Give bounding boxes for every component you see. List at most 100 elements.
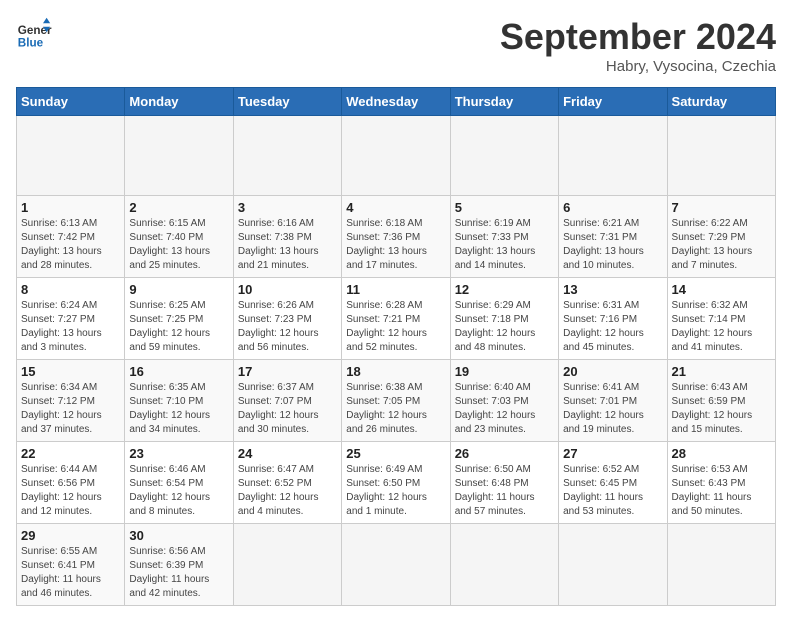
calendar-cell: 16 Sunrise: 6:35 AM Sunset: 7:10 PM Dayli… xyxy=(125,360,233,442)
calendar-header-tuesday: Tuesday xyxy=(233,88,341,116)
calendar-week-3: 8Sunrise: 6:24 AM Sunset: 7:27 PM Daylig… xyxy=(17,278,776,360)
day-number: 2 xyxy=(129,200,228,215)
calendar-cell: 4Sunrise: 6:18 AM Sunset: 7:36 PM Daylig… xyxy=(342,196,450,278)
day-info: Sunrise: 6:13 AM Sunset: 7:42 PM Dayligh… xyxy=(21,217,120,273)
day-number: 21 xyxy=(672,364,771,379)
calendar-cell: 19 Sunrise: 6:40 AM Sunset: 7:03 PM Dayli… xyxy=(450,360,558,442)
day-info: Sunrise: 6:47 AM Sunset: 6:52 PM Dayligh… xyxy=(238,463,337,519)
calendar-cell: 13 Sunrise: 6:31 AM Sunset: 7:16 PM Dayli… xyxy=(559,278,667,360)
day-info: Sunrise: 6:38 AM Sunset: 7:05 PM Dayligh… xyxy=(346,381,445,437)
day-number: 7 xyxy=(672,200,771,215)
calendar-cell: 7Sunrise: 6:22 AM Sunset: 7:29 PM Daylig… xyxy=(667,196,775,278)
calendar-cell: 18 Sunrise: 6:38 AM Sunset: 7:05 PM Dayli… xyxy=(342,360,450,442)
month-title: September 2024 xyxy=(500,16,776,58)
calendar-cell: 12 Sunrise: 6:29 AM Sunset: 7:18 PM Dayli… xyxy=(450,278,558,360)
day-info: Sunrise: 6:15 AM Sunset: 7:40 PM Dayligh… xyxy=(129,217,228,273)
calendar-cell xyxy=(17,116,125,196)
calendar-header-row: SundayMondayTuesdayWednesdayThursdayFrid… xyxy=(17,88,776,116)
calendar-cell xyxy=(342,524,450,606)
title-area: September 2024 Habry, Vysocina, Czechia xyxy=(500,16,776,75)
day-number: 25 xyxy=(346,446,445,461)
day-info: Sunrise: 6:34 AM Sunset: 7:12 PM Dayligh… xyxy=(21,381,120,437)
day-info: Sunrise: 6:29 AM Sunset: 7:18 PM Dayligh… xyxy=(455,299,554,355)
day-number: 26 xyxy=(455,446,554,461)
day-number: 24 xyxy=(238,446,337,461)
day-info: Sunrise: 6:21 AM Sunset: 7:31 PM Dayligh… xyxy=(563,217,662,273)
calendar-cell xyxy=(559,524,667,606)
calendar-cell: 9 Sunrise: 6:25 AM Sunset: 7:25 PM Daylig… xyxy=(125,278,233,360)
calendar-cell: 26 Sunrise: 6:50 AM Sunset: 6:48 PM Dayli… xyxy=(450,442,558,524)
day-number: 29 xyxy=(21,528,120,543)
calendar-cell: 2 Sunrise: 6:15 AM Sunset: 7:40 PM Daylig… xyxy=(125,196,233,278)
day-number: 18 xyxy=(346,364,445,379)
svg-text:Blue: Blue xyxy=(18,37,44,50)
day-number: 19 xyxy=(455,364,554,379)
day-info: Sunrise: 6:52 AM Sunset: 6:45 PM Dayligh… xyxy=(563,463,662,519)
day-number: 15 xyxy=(21,364,120,379)
calendar-header-thursday: Thursday xyxy=(450,88,558,116)
day-number: 30 xyxy=(129,528,228,543)
day-number: 6 xyxy=(563,200,662,215)
calendar-cell xyxy=(342,116,450,196)
day-info: Sunrise: 6:56 AM Sunset: 6:39 PM Dayligh… xyxy=(129,545,228,601)
day-info: Sunrise: 6:32 AM Sunset: 7:14 PM Dayligh… xyxy=(672,299,771,355)
day-number: 3 xyxy=(238,200,337,215)
day-info: Sunrise: 6:46 AM Sunset: 6:54 PM Dayligh… xyxy=(129,463,228,519)
day-info: Sunrise: 6:50 AM Sunset: 6:48 PM Dayligh… xyxy=(455,463,554,519)
calendar-cell: 17 Sunrise: 6:37 AM Sunset: 7:07 PM Dayli… xyxy=(233,360,341,442)
day-info: Sunrise: 6:44 AM Sunset: 6:56 PM Dayligh… xyxy=(21,463,120,519)
calendar-cell xyxy=(450,524,558,606)
calendar-body: 1Sunrise: 6:13 AM Sunset: 7:42 PM Daylig… xyxy=(17,116,776,606)
calendar-cell: 8Sunrise: 6:24 AM Sunset: 7:27 PM Daylig… xyxy=(17,278,125,360)
calendar-header-wednesday: Wednesday xyxy=(342,88,450,116)
day-number: 5 xyxy=(455,200,554,215)
day-number: 17 xyxy=(238,364,337,379)
calendar-cell xyxy=(233,524,341,606)
day-info: Sunrise: 6:25 AM Sunset: 7:25 PM Dayligh… xyxy=(129,299,228,355)
day-number: 27 xyxy=(563,446,662,461)
calendar-cell: 21 Sunrise: 6:43 AM Sunset: 6:59 PM Dayli… xyxy=(667,360,775,442)
calendar-cell xyxy=(450,116,558,196)
day-info: Sunrise: 6:53 AM Sunset: 6:43 PM Dayligh… xyxy=(672,463,771,519)
header: General Blue September 2024 Habry, Vysoc… xyxy=(16,16,776,75)
day-info: Sunrise: 6:31 AM Sunset: 7:16 PM Dayligh… xyxy=(563,299,662,355)
day-number: 10 xyxy=(238,282,337,297)
calendar-cell: 29 Sunrise: 6:55 AM Sunset: 6:41 PM Dayli… xyxy=(17,524,125,606)
day-number: 20 xyxy=(563,364,662,379)
day-number: 16 xyxy=(129,364,228,379)
day-number: 11 xyxy=(346,282,445,297)
calendar-cell: 27 Sunrise: 6:52 AM Sunset: 6:45 PM Dayli… xyxy=(559,442,667,524)
calendar-cell: 20Sunrise: 6:41 AM Sunset: 7:01 PM Dayli… xyxy=(559,360,667,442)
calendar-week-1 xyxy=(17,116,776,196)
day-number: 12 xyxy=(455,282,554,297)
day-info: Sunrise: 6:35 AM Sunset: 7:10 PM Dayligh… xyxy=(129,381,228,437)
calendar-cell: 5 Sunrise: 6:19 AM Sunset: 7:33 PM Daylig… xyxy=(450,196,558,278)
day-info: Sunrise: 6:43 AM Sunset: 6:59 PM Dayligh… xyxy=(672,381,771,437)
day-number: 23 xyxy=(129,446,228,461)
day-info: Sunrise: 6:40 AM Sunset: 7:03 PM Dayligh… xyxy=(455,381,554,437)
location-subtitle: Habry, Vysocina, Czechia xyxy=(500,58,776,75)
day-info: Sunrise: 6:28 AM Sunset: 7:21 PM Dayligh… xyxy=(346,299,445,355)
calendar-cell: 15 Sunrise: 6:34 AM Sunset: 7:12 PM Dayli… xyxy=(17,360,125,442)
logo: General Blue xyxy=(16,16,52,52)
calendar-cell: 30 Sunrise: 6:56 AM Sunset: 6:39 PM Dayli… xyxy=(125,524,233,606)
day-info: Sunrise: 6:24 AM Sunset: 7:27 PM Dayligh… xyxy=(21,299,120,355)
day-info: Sunrise: 6:37 AM Sunset: 7:07 PM Dayligh… xyxy=(238,381,337,437)
calendar-cell xyxy=(667,116,775,196)
day-info: Sunrise: 6:55 AM Sunset: 6:41 PM Dayligh… xyxy=(21,545,120,601)
calendar-cell: 24 Sunrise: 6:47 AM Sunset: 6:52 PM Dayli… xyxy=(233,442,341,524)
calendar-header-friday: Friday xyxy=(559,88,667,116)
calendar-cell: 14 Sunrise: 6:32 AM Sunset: 7:14 PM Dayli… xyxy=(667,278,775,360)
calendar-header-sunday: Sunday xyxy=(17,88,125,116)
day-info: Sunrise: 6:19 AM Sunset: 7:33 PM Dayligh… xyxy=(455,217,554,273)
logo-icon: General Blue xyxy=(16,16,52,52)
calendar-cell: 25Sunrise: 6:49 AM Sunset: 6:50 PM Dayli… xyxy=(342,442,450,524)
day-number: 22 xyxy=(21,446,120,461)
day-number: 13 xyxy=(563,282,662,297)
calendar-cell: 28Sunrise: 6:53 AM Sunset: 6:43 PM Dayli… xyxy=(667,442,775,524)
calendar-cell xyxy=(667,524,775,606)
day-number: 9 xyxy=(129,282,228,297)
day-info: Sunrise: 6:16 AM Sunset: 7:38 PM Dayligh… xyxy=(238,217,337,273)
day-number: 14 xyxy=(672,282,771,297)
calendar-header-monday: Monday xyxy=(125,88,233,116)
